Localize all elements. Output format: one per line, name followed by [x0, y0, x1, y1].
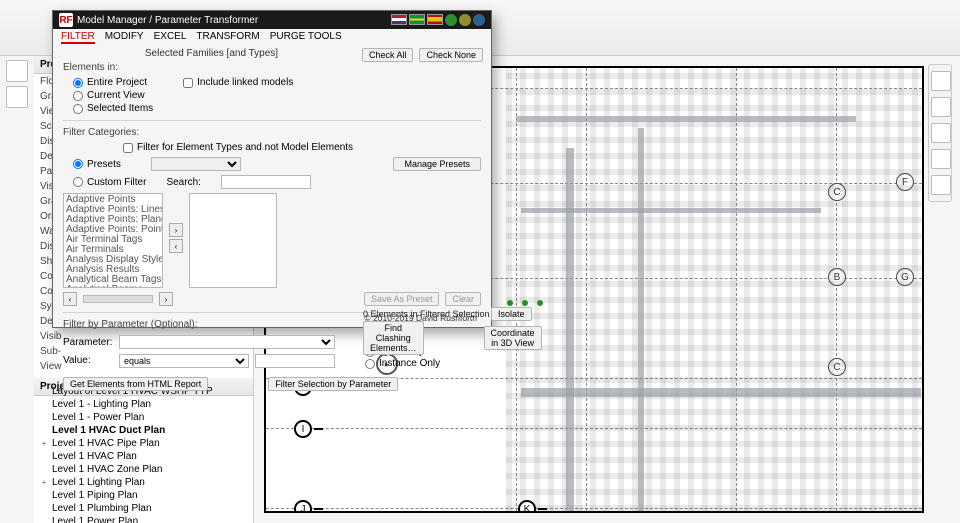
- filter-types-checkbox[interactable]: Filter for Element Types and not Model E…: [63, 142, 481, 153]
- filter-categories-label: Filter Categories:: [63, 127, 481, 138]
- navbar-btn[interactable]: [931, 97, 951, 117]
- tool-btn[interactable]: [6, 86, 28, 108]
- radio-presets[interactable]: Presets: [63, 159, 121, 170]
- titlebar[interactable]: RF Model Manager / Parameter Transformer: [53, 11, 491, 29]
- tab-filter[interactable]: FILTER: [61, 31, 95, 44]
- view-markers: [507, 300, 543, 306]
- tree-item[interactable]: +Level 1 Lighting Plan: [40, 476, 247, 489]
- filter-selection-button[interactable]: Filter Selection by Parameter: [268, 377, 398, 391]
- radio-current-view[interactable]: Current View: [73, 90, 153, 101]
- app-logo-icon: RF: [59, 13, 73, 27]
- value-input[interactable]: [255, 354, 335, 368]
- tree-item[interactable]: Level 1 HVAC Duct Plan: [40, 424, 247, 437]
- radio-instance-only[interactable]: Instance Only: [365, 358, 440, 369]
- value-op-dropdown[interactable]: equals: [119, 354, 249, 368]
- save-as-preset-button[interactable]: Save As Preset: [364, 292, 440, 306]
- value-label: Value:: [63, 355, 113, 366]
- parameter-dropdown[interactable]: [119, 335, 335, 349]
- tree-item[interactable]: Level 1 - Power Plan: [40, 411, 247, 424]
- move-right-button[interactable]: ›: [169, 223, 183, 237]
- radio-selected-items[interactable]: Selected Items: [73, 103, 153, 114]
- include-linked-checkbox[interactable]: Include linked models: [183, 77, 293, 88]
- search-label: Search:: [166, 177, 200, 188]
- search-input[interactable]: [221, 175, 311, 189]
- navbar-btn[interactable]: [931, 71, 951, 91]
- tree-item[interactable]: +Level 1 HVAC Pipe Plan: [40, 437, 247, 450]
- navbar-btn[interactable]: [931, 149, 951, 169]
- scroll-left-button[interactable]: ‹: [63, 292, 77, 306]
- navbar-btn[interactable]: [931, 123, 951, 143]
- flag-es-icon[interactable]: [427, 14, 443, 25]
- left-toolbar: [6, 60, 30, 108]
- model-manager-dialog: RF Model Manager / Parameter Transformer…: [52, 10, 492, 328]
- coordinate-3d-button[interactable]: Coordinate in 3D View: [484, 326, 542, 350]
- isolate-button[interactable]: Isolate: [491, 307, 532, 321]
- tool-btn[interactable]: [6, 60, 28, 82]
- category-item[interactable]: Analytical Beams: [66, 285, 160, 288]
- selected-categories-listbox[interactable]: [189, 193, 277, 288]
- presets-dropdown[interactable]: [151, 157, 241, 171]
- category-scrollbar[interactable]: [83, 295, 153, 303]
- help-icon[interactable]: [445, 14, 457, 26]
- tab-purge[interactable]: PURGE TOOLS: [270, 31, 342, 44]
- settings-icon[interactable]: [459, 14, 471, 26]
- tree-item[interactable]: Level 1 Piping Plan: [40, 489, 247, 502]
- move-left-button[interactable]: ‹: [169, 239, 183, 253]
- navbar-btn[interactable]: [931, 175, 951, 195]
- section-marker[interactable]: I: [294, 420, 312, 438]
- radio-custom-filter[interactable]: Custom Filter: [63, 177, 146, 188]
- tab-modify[interactable]: MODIFY: [105, 31, 144, 44]
- parameter-label: Parameter:: [63, 337, 113, 348]
- clear-button[interactable]: Clear: [445, 292, 481, 306]
- section-marker[interactable]: K: [518, 500, 536, 513]
- elements-in-label: Elements in:: [63, 62, 481, 73]
- copyright-text: © 2010-2019 David Rushforth: [364, 313, 477, 323]
- tree-item[interactable]: Level 1 HVAC Plan: [40, 450, 247, 463]
- dialog-title: Model Manager / Parameter Transformer: [77, 15, 258, 26]
- check-none-button[interactable]: Check None: [419, 48, 483, 62]
- dialog-tabs: FILTER MODIFY EXCEL TRANSFORM PURGE TOOL…: [53, 29, 491, 46]
- flag-br-icon[interactable]: [409, 14, 425, 25]
- selected-families-label: Selected Families [and Types]: [145, 48, 278, 59]
- project-browser-tree[interactable]: Layout of Level 1 HVAC WSHP TYPLevel 1 -…: [34, 381, 253, 523]
- tab-excel[interactable]: EXCEL: [154, 31, 187, 44]
- get-elements-button[interactable]: Get Elements from HTML Report: [63, 377, 208, 391]
- section-marker[interactable]: J: [294, 500, 312, 513]
- find-clashing-button[interactable]: Find Clashing Elements…: [363, 321, 424, 355]
- flag-us-icon[interactable]: [391, 14, 407, 25]
- tree-item[interactable]: Level 1 Power Plan: [40, 515, 247, 523]
- info-icon[interactable]: [473, 14, 485, 26]
- tree-item[interactable]: Level 1 Plumbing Plan: [40, 502, 247, 515]
- tree-item[interactable]: Level 1 - Lighting Plan: [40, 398, 247, 411]
- tab-transform[interactable]: TRANSFORM: [196, 31, 259, 44]
- categories-listbox[interactable]: Adaptive PointsAdaptive Points: LinesAda…: [63, 193, 163, 288]
- check-all-button[interactable]: Check All: [362, 48, 414, 62]
- manage-presets-button[interactable]: Manage Presets: [393, 157, 481, 171]
- right-vertical-toolbar: [928, 64, 952, 202]
- scroll-right-button[interactable]: ›: [159, 292, 173, 306]
- radio-entire-project[interactable]: Entire Project: [73, 77, 153, 88]
- tree-item[interactable]: Level 1 HVAC Zone Plan: [40, 463, 247, 476]
